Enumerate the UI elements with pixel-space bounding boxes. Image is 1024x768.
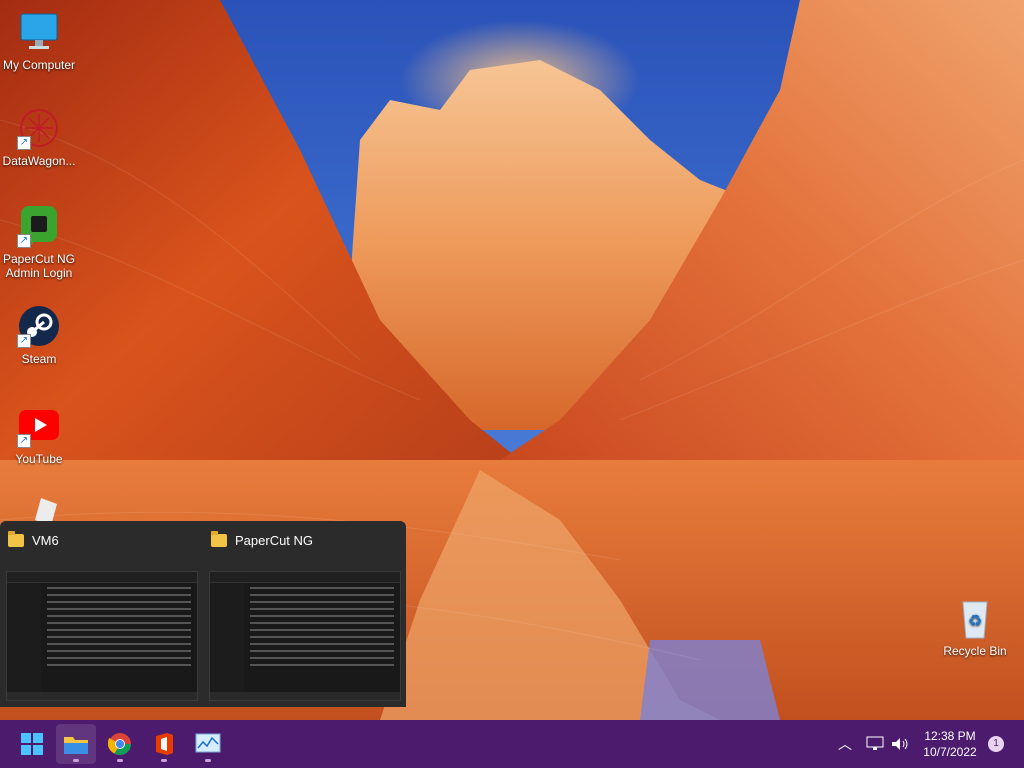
- shortcut-arrow-icon: ↗: [17, 234, 31, 248]
- preview-window-vm6[interactable]: VM6: [0, 521, 203, 707]
- desktop-icon-youtube[interactable]: ↗ YouTube: [0, 404, 78, 466]
- taskbar-office[interactable]: [144, 724, 184, 764]
- papercut-icon: ↗: [17, 204, 61, 248]
- taskbar-file-explorer[interactable]: [56, 724, 96, 764]
- file-explorer-icon: [64, 737, 88, 754]
- desktop-icon-papercut[interactable]: ↗ PaperCut NG Admin Login: [0, 204, 78, 280]
- desktop-icon-label-line2: Admin Login: [5, 266, 73, 280]
- clock-time: 12:38 PM: [924, 729, 976, 743]
- folder-icon: [211, 530, 227, 547]
- performance-monitor-icon: [195, 733, 221, 753]
- clock-date: 10/7/2022: [923, 745, 977, 759]
- preview-window-papercut[interactable]: PaperCut NG: [203, 521, 406, 707]
- steam-icon: ↗: [17, 304, 61, 348]
- desktop-icon-my-computer[interactable]: My Computer: [0, 10, 78, 72]
- show-hidden-icons-button[interactable]: ︿: [838, 720, 852, 768]
- recycle-bin-icon: ♻: [953, 596, 997, 640]
- office-icon: [156, 733, 173, 755]
- desktop-icon-label: My Computer: [2, 58, 76, 72]
- preview-window-title: PaperCut NG: [235, 532, 314, 548]
- monitor-icon: [17, 10, 61, 54]
- desktop[interactable]: My Computer ↗ DataWagon... ↗ PaperCut NG…: [0, 0, 1024, 720]
- taskbar: ︿ 12:38 PM 10/7/2022: [0, 720, 1024, 768]
- taskbar-window-preview: VM6 PaperCut NG: [0, 521, 406, 707]
- clock[interactable]: 12:38 PM 10/7/2022: [918, 728, 982, 760]
- youtube-icon: ↗: [17, 404, 61, 448]
- desktop-icon-recycle-bin[interactable]: ♻ Recycle Bin: [936, 596, 1014, 658]
- volume-icon[interactable]: [890, 720, 910, 768]
- preview-window-title: VM6: [32, 532, 59, 548]
- desktop-icon-steam[interactable]: ↗ Steam: [0, 304, 78, 366]
- svg-text:♻: ♻: [968, 611, 982, 630]
- taskbar-performance-monitor[interactable]: [188, 724, 228, 764]
- desktop-icon-label-line1: PaperCut NG: [2, 252, 76, 266]
- chevron-up-icon: ︿: [838, 736, 852, 752]
- desktop-icon-label: DataWagon...: [2, 154, 76, 168]
- start-button[interactable]: [12, 724, 52, 764]
- chrome-icon: [108, 733, 131, 755]
- preview-thumbnail: [6, 571, 198, 701]
- desktop-icon-label: Recycle Bin: [943, 644, 1007, 658]
- folder-icon: [8, 530, 24, 547]
- datawagon-icon: ↗: [17, 106, 61, 150]
- taskbar-chrome[interactable]: [100, 724, 140, 764]
- desktop-icon-label: Steam: [21, 352, 57, 366]
- windows-start-icon: [21, 733, 43, 755]
- desktop-icon-datawagon[interactable]: ↗ DataWagon...: [0, 106, 78, 168]
- shortcut-arrow-icon: ↗: [17, 434, 31, 448]
- network-icon[interactable]: [866, 720, 884, 768]
- preview-thumbnail: [209, 571, 401, 701]
- notification-badge[interactable]: 1: [988, 736, 1004, 752]
- shortcut-arrow-icon: ↗: [17, 136, 31, 150]
- desktop-icon-label: YouTube: [15, 452, 63, 466]
- shortcut-arrow-icon: ↗: [17, 334, 31, 348]
